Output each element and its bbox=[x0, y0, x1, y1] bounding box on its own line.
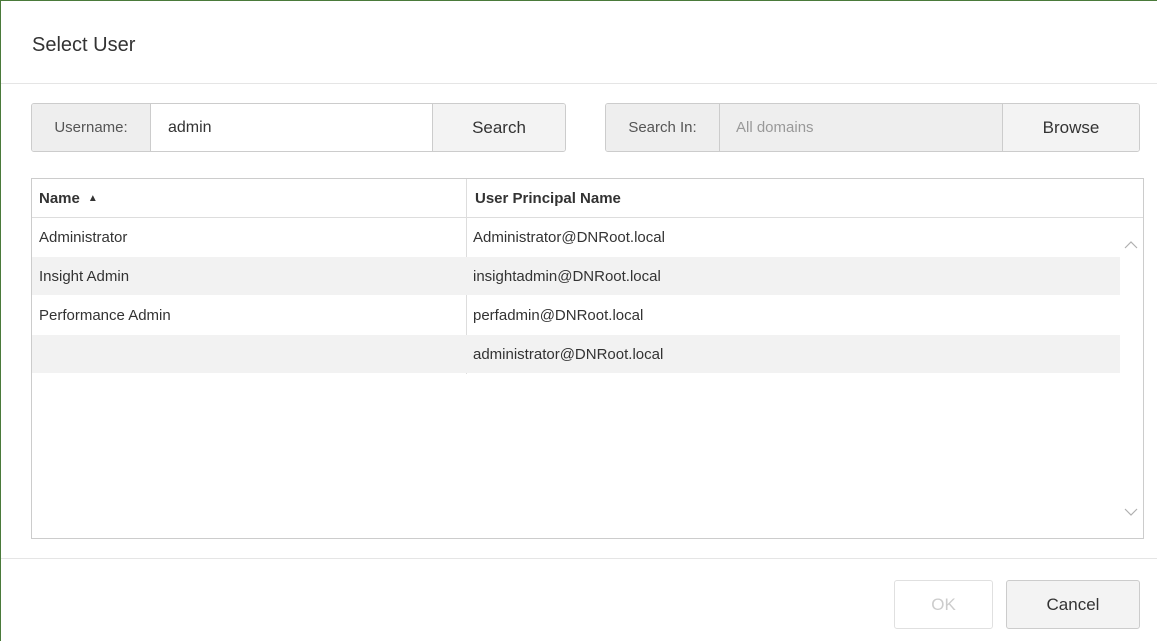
cell-upn: administrator@DNRoot.local bbox=[473, 345, 664, 363]
dialog-header: Select User bbox=[1, 1, 1157, 84]
search-in-field[interactable]: All domains bbox=[720, 104, 1003, 151]
dialog-title: Select User bbox=[32, 34, 136, 56]
chevron-down-icon[interactable] bbox=[1123, 504, 1139, 520]
footer-divider bbox=[1, 558, 1157, 559]
table-row[interactable]: administrator@DNRoot.local bbox=[32, 335, 1120, 373]
chevron-up-icon[interactable] bbox=[1123, 237, 1139, 253]
table-row[interactable]: Insight Admin insightadmin@DNRoot.local bbox=[32, 257, 1120, 295]
cell-upn: insightadmin@DNRoot.local bbox=[473, 267, 661, 285]
column-header-name-label: Name bbox=[39, 189, 80, 207]
cell-upn: perfadmin@DNRoot.local bbox=[473, 306, 644, 324]
users-grid: Name ▲ User Principal Name Administrator… bbox=[31, 178, 1144, 539]
username-label: Username: bbox=[32, 104, 151, 151]
sort-ascending-icon: ▲ bbox=[87, 192, 98, 204]
cancel-button[interactable]: Cancel bbox=[1006, 580, 1140, 629]
column-header-upn-label: User Principal Name bbox=[475, 189, 621, 207]
search-button[interactable]: Search bbox=[433, 104, 565, 151]
search-in-group: Search In: All domains Browse bbox=[605, 103, 1140, 152]
column-header-name[interactable]: Name ▲ bbox=[39, 179, 459, 217]
browse-button[interactable]: Browse bbox=[1003, 104, 1139, 151]
table-row[interactable]: Performance Admin perfadmin@DNRoot.local bbox=[32, 296, 1120, 334]
cell-upn: Administrator@DNRoot.local bbox=[473, 228, 665, 246]
select-user-dialog: Select User Username: admin Search Searc… bbox=[0, 0, 1157, 641]
search-in-label: Search In: bbox=[606, 104, 720, 151]
column-header-upn[interactable]: User Principal Name bbox=[475, 179, 1075, 217]
grid-header: Name ▲ User Principal Name bbox=[32, 179, 1143, 218]
cell-name: Administrator bbox=[39, 228, 128, 246]
cell-name: Insight Admin bbox=[39, 267, 130, 285]
ok-button[interactable]: OK bbox=[894, 580, 993, 629]
username-input[interactable]: admin bbox=[151, 104, 433, 151]
cell-name: Performance Admin bbox=[39, 306, 171, 324]
table-row[interactable]: Administrator Administrator@DNRoot.local bbox=[32, 218, 1120, 256]
username-search-group: Username: admin Search bbox=[31, 103, 566, 152]
